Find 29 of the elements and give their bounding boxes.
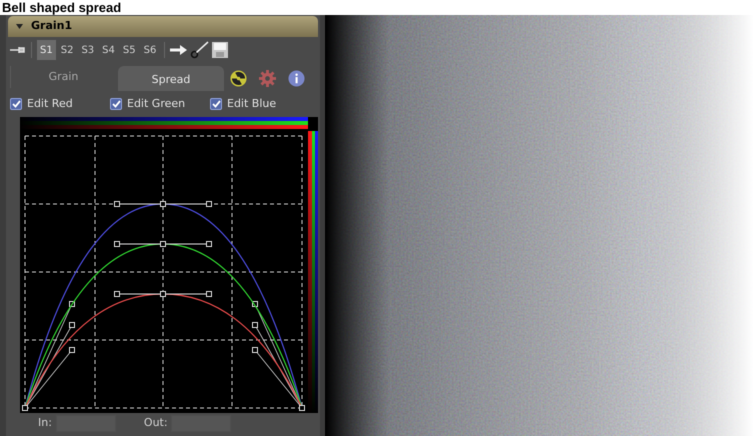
tab[interactable]: Grain bbox=[10, 66, 116, 88]
slot-button[interactable]: S1 bbox=[37, 40, 56, 60]
checkbox-label: Edit Blue bbox=[227, 96, 276, 112]
pin-icon[interactable] bbox=[10, 46, 26, 54]
checkbox[interactable] bbox=[210, 98, 222, 110]
radiation-icon[interactable] bbox=[230, 70, 247, 87]
field-label: In: bbox=[38, 414, 52, 431]
save-icon[interactable] bbox=[212, 42, 228, 58]
panel-title: Grain1 bbox=[31, 18, 72, 34]
input-field[interactable] bbox=[170, 414, 231, 432]
panel-header[interactable]: Grain1 bbox=[8, 16, 318, 37]
input-field[interactable] bbox=[56, 414, 116, 432]
slot-button[interactable]: S5 bbox=[120, 40, 139, 60]
key-icon[interactable] bbox=[190, 41, 210, 59]
checkbox[interactable] bbox=[10, 98, 22, 110]
slot-button[interactable]: S4 bbox=[99, 40, 118, 60]
checkbox-label: Edit Red bbox=[27, 96, 73, 112]
collapse-triangle-icon[interactable] bbox=[16, 23, 23, 30]
page-title: Bell shaped spread bbox=[2, 0, 122, 15]
slot-button[interactable]: S3 bbox=[78, 40, 98, 60]
slot-button[interactable]: S2 bbox=[58, 40, 76, 60]
tab[interactable]: Spread bbox=[118, 66, 224, 91]
info-icon[interactable] bbox=[288, 70, 305, 87]
slot-button[interactable]: S6 bbox=[140, 40, 160, 60]
checkbox[interactable] bbox=[110, 98, 122, 110]
curve-editor-drawing[interactable] bbox=[20, 117, 318, 413]
checkbox-label: Edit Green bbox=[127, 96, 186, 112]
arrow-icon[interactable] bbox=[170, 44, 188, 56]
field-label: Out: bbox=[144, 414, 168, 431]
